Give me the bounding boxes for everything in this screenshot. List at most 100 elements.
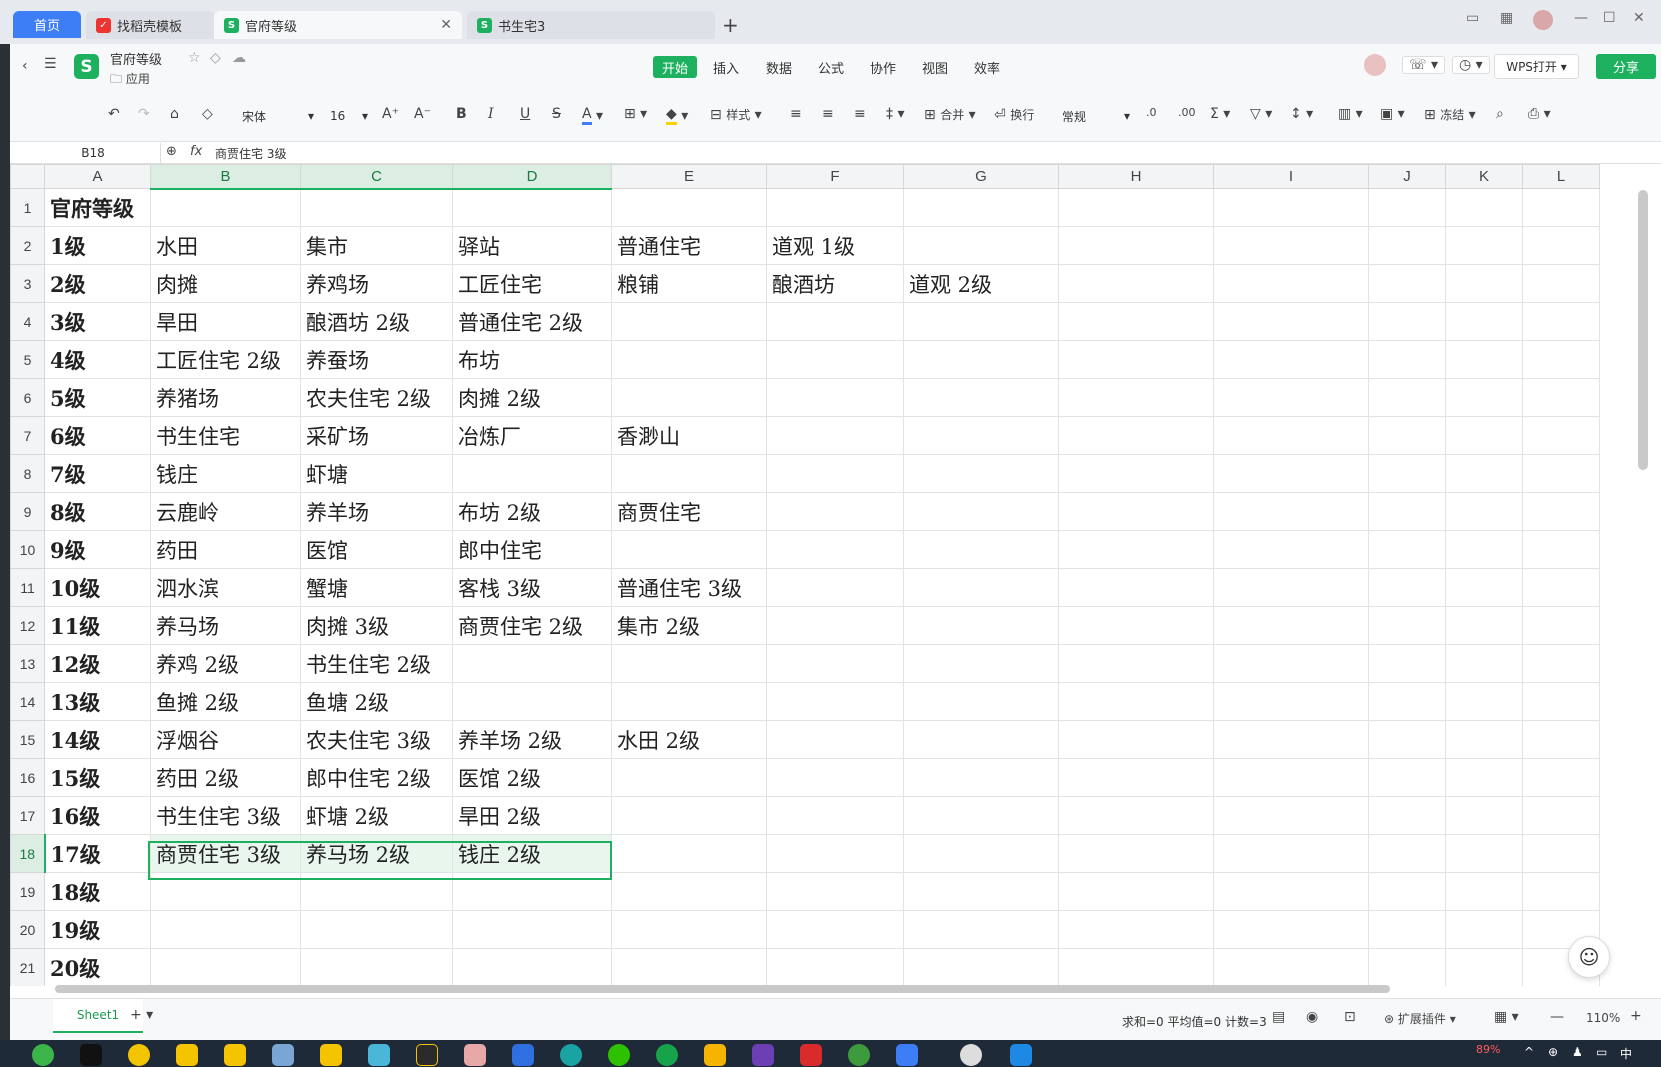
star-icon[interactable]: ☆ xyxy=(188,50,201,66)
column-header[interactable]: J xyxy=(1368,164,1446,189)
cell[interactable] xyxy=(903,188,1059,227)
column-header[interactable]: B xyxy=(150,164,301,190)
cell[interactable]: 道观 2级 xyxy=(903,264,1059,303)
strike-icon[interactable]: S xyxy=(552,106,561,122)
number-format-select[interactable]: 常规 ▾ xyxy=(1062,105,1130,127)
cell[interactable] xyxy=(611,682,767,721)
cell[interactable] xyxy=(1213,796,1369,835)
cell[interactable] xyxy=(1368,340,1446,379)
column-header[interactable]: I xyxy=(1213,164,1369,189)
cell[interactable]: 10级 xyxy=(44,568,151,607)
cell[interactable] xyxy=(1058,872,1214,911)
filter-icon[interactable]: ▽ ▾ xyxy=(1250,106,1272,122)
cell[interactable]: 养羊场 xyxy=(300,492,453,531)
find-icon[interactable]: ⌕ xyxy=(1496,106,1504,122)
decimal-decrease-icon[interactable]: .00 xyxy=(1178,106,1196,119)
cell[interactable] xyxy=(611,530,767,569)
cell[interactable] xyxy=(766,606,904,645)
cell[interactable] xyxy=(1445,682,1523,721)
cell[interactable] xyxy=(1522,682,1600,721)
menu-efficiency[interactable]: 效率 xyxy=(965,56,1009,78)
app-avatar-icon[interactable] xyxy=(960,1044,982,1066)
cell[interactable] xyxy=(903,568,1059,607)
cell[interactable]: 采矿场 xyxy=(300,416,453,455)
column-header[interactable]: D xyxy=(452,164,612,190)
cell[interactable]: 香渺山 xyxy=(611,416,767,455)
cell[interactable] xyxy=(1445,454,1523,493)
cell[interactable] xyxy=(452,188,612,227)
cell[interactable]: 钱庄 2级 xyxy=(452,834,612,873)
cell[interactable]: 9级 xyxy=(44,530,151,569)
cell[interactable] xyxy=(1213,188,1369,227)
cell[interactable] xyxy=(903,796,1059,835)
cell[interactable] xyxy=(766,454,904,493)
cell[interactable]: 16级 xyxy=(44,796,151,835)
share-button[interactable]: 分享 xyxy=(1596,54,1656,79)
cell[interactable] xyxy=(1058,834,1214,873)
zoom-out-icon[interactable]: — xyxy=(1550,1009,1564,1025)
screenshot-icon[interactable]: ⊡ xyxy=(1344,1009,1356,1025)
cell[interactable]: 商贾住宅 2级 xyxy=(452,606,612,645)
cell[interactable]: 肉摊 2级 xyxy=(452,378,612,417)
cell[interactable] xyxy=(1058,568,1214,607)
border-icon[interactable]: ⊞ ▾ xyxy=(624,106,647,122)
cell[interactable]: 15级 xyxy=(44,758,151,797)
doc-title[interactable]: 官府等级 xyxy=(110,49,162,68)
cell[interactable] xyxy=(903,872,1059,911)
cell[interactable]: 农夫住宅 2级 xyxy=(300,378,453,417)
cell[interactable]: 旱田 xyxy=(150,302,301,341)
tray-plus-icon[interactable]: ⊕ xyxy=(1548,1045,1558,1059)
cell[interactable]: 普通住宅 xyxy=(611,226,767,265)
cell[interactable] xyxy=(611,872,767,911)
cell[interactable] xyxy=(1368,796,1446,835)
cell[interactable] xyxy=(452,454,612,493)
cell[interactable] xyxy=(1058,492,1214,531)
cell[interactable] xyxy=(1368,644,1446,683)
cell[interactable] xyxy=(1213,340,1369,379)
minimize-icon[interactable]: — xyxy=(1574,10,1588,26)
horizontal-scrollbar[interactable] xyxy=(55,985,1390,993)
cell[interactable]: 工匠住宅 xyxy=(452,264,612,303)
cell[interactable] xyxy=(1213,682,1369,721)
app-360-icon[interactable] xyxy=(32,1044,54,1066)
cell[interactable] xyxy=(1058,226,1214,265)
bold-icon[interactable]: B xyxy=(456,106,467,122)
column-header[interactable]: H xyxy=(1058,164,1214,189)
cell[interactable] xyxy=(1522,758,1600,797)
cell[interactable]: 布坊 xyxy=(452,340,612,379)
cell[interactable] xyxy=(1213,872,1369,911)
cell[interactable]: 商贾住宅 3级 xyxy=(150,834,301,873)
cell[interactable] xyxy=(1445,644,1523,683)
cell[interactable]: 集市 2级 xyxy=(611,606,767,645)
cell[interactable]: 14级 xyxy=(44,720,151,759)
app-purple-icon[interactable] xyxy=(752,1044,774,1066)
sort-icon[interactable]: ↕ ▾ xyxy=(1290,106,1313,122)
add-sheet-icon[interactable]: + ▾ xyxy=(130,1007,153,1023)
cell[interactable]: 粮铺 xyxy=(611,264,767,303)
row-header[interactable]: 11 xyxy=(10,568,45,607)
cell[interactable] xyxy=(300,948,453,986)
cell[interactable] xyxy=(1058,758,1214,797)
row-header[interactable]: 19 xyxy=(10,872,45,911)
menu-insert[interactable]: 插入 xyxy=(704,56,748,78)
align-left-icon[interactable]: ≡ xyxy=(790,106,802,122)
cell[interactable] xyxy=(766,910,904,949)
row-header[interactable]: 13 xyxy=(10,644,45,683)
cell[interactable] xyxy=(1213,378,1369,417)
cell[interactable] xyxy=(611,302,767,341)
cell[interactable] xyxy=(1445,568,1523,607)
cell[interactable] xyxy=(766,682,904,721)
column-header[interactable]: L xyxy=(1522,164,1600,189)
cell[interactable] xyxy=(611,796,767,835)
cell[interactable] xyxy=(452,682,612,721)
tab-template[interactable]: ✓ 找稻壳模板 xyxy=(86,11,214,39)
cell[interactable]: 农夫住宅 3级 xyxy=(300,720,453,759)
cell[interactable] xyxy=(1368,264,1446,303)
cell[interactable] xyxy=(1445,226,1523,265)
cell[interactable] xyxy=(1058,340,1214,379)
menu-formula[interactable]: 公式 xyxy=(809,56,853,78)
row-header[interactable]: 4 xyxy=(10,302,45,341)
close-window-icon[interactable]: ✕ xyxy=(1633,10,1645,26)
avatar[interactable] xyxy=(1533,10,1553,30)
menu-collab[interactable]: 协作 xyxy=(861,56,905,78)
